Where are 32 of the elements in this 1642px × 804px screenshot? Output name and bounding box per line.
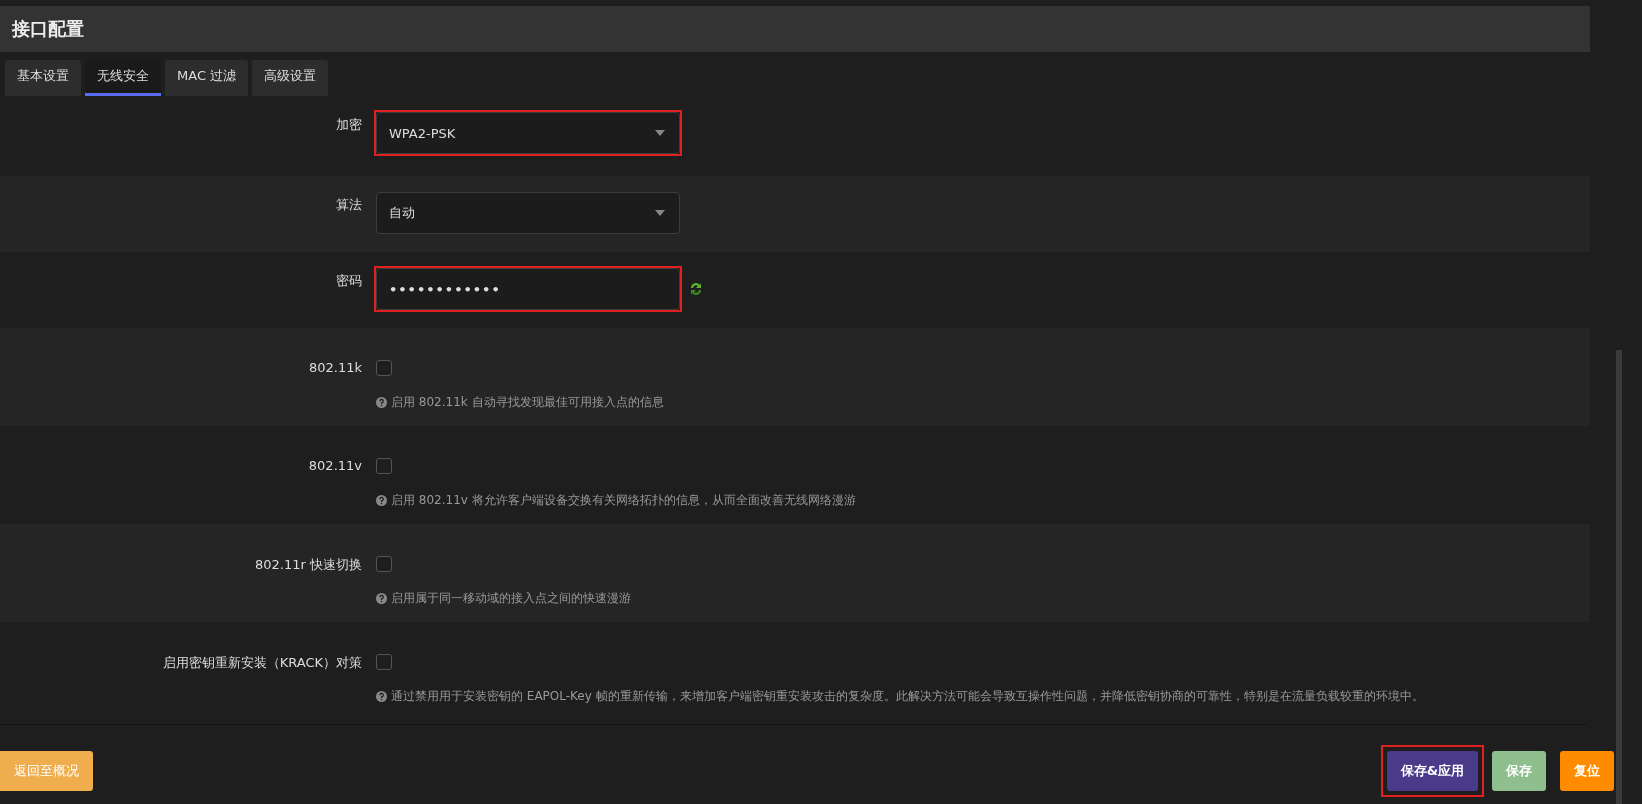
help-icon	[376, 397, 387, 408]
field-label: 算法	[335, 196, 363, 214]
field-label: 密码	[335, 272, 363, 290]
checkbox[interactable]	[376, 654, 392, 670]
caret-icon	[655, 130, 665, 136]
help-text: 启用 802.11k 自动寻找发现最佳可用接入点的信息	[391, 394, 664, 411]
tab[interactable]: 高级设置	[252, 60, 329, 96]
field-label: 加密	[335, 116, 363, 134]
checkbox[interactable]	[376, 360, 392, 376]
help-text: 启用属于同一移动域的接入点之间的快速漫游	[391, 590, 631, 607]
action-button[interactable]: 保存&应用	[1386, 751, 1478, 791]
tab[interactable]: 无线安全	[85, 60, 161, 96]
help-icon	[376, 691, 387, 702]
checkbox[interactable]	[376, 458, 392, 474]
help-text: 启用 802.11v 将允许客户端设备交换有关网络拓扑的信息，从而全面改善无线网络漫游	[391, 492, 856, 509]
refresh-icon[interactable]	[688, 281, 704, 297]
select-field[interactable]: 自动	[376, 192, 680, 234]
help-text: 通过禁用用于安装密钥的 EAPOL-Key 帧的重新传输，来增加客户端密钥重安装攻击的复杂度。此解决方法可能会导致互操作性问题，并降低密钥协商的可靠性，特别是在流量负载较重的环境中。	[391, 688, 1424, 705]
tab[interactable]: MAC 过滤	[165, 60, 249, 96]
tab[interactable]: 基本设置	[5, 60, 81, 96]
field-label: 启用密钥重新安装（KRACK）对策	[161, 654, 363, 672]
checkbox[interactable]	[376, 556, 392, 572]
select-field[interactable]: WPA2-PSK	[376, 112, 680, 154]
field-label: 802.11v	[307, 457, 363, 475]
password-field[interactable]: ••••••••••••	[376, 268, 680, 310]
field-label: 802.11k	[308, 359, 363, 377]
help-icon	[376, 495, 387, 506]
scrollbar[interactable]	[1616, 350, 1622, 804]
help-icon	[376, 593, 387, 604]
caret-icon	[655, 210, 665, 216]
field-label: 802.11r 快速切换	[254, 556, 363, 574]
panel-title: 接口配置	[12, 17, 84, 41]
